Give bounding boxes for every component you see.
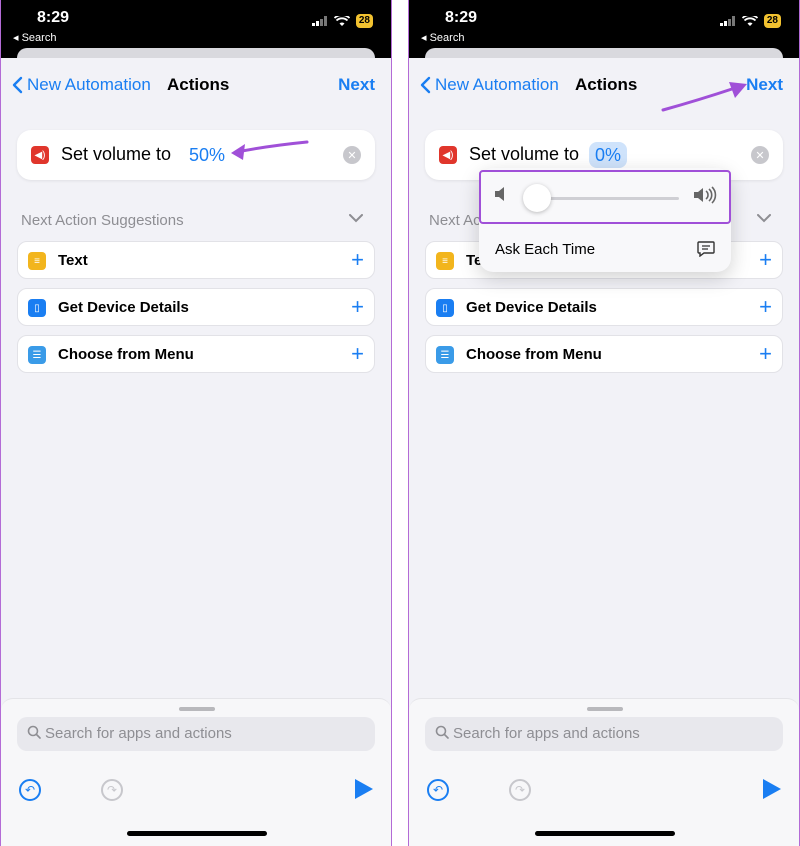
device-icon: ▯ [28,299,46,317]
suggestion-label: Text [58,252,88,269]
search-input[interactable]: Search for apps and actions [425,717,783,751]
redo-icon[interactable]: ↷ [509,779,531,801]
add-icon[interactable]: + [759,341,772,367]
annotation-arrow [661,82,747,112]
play-icon[interactable] [763,779,781,799]
menu-icon: ☰ [436,346,454,364]
status-bar: 8:29 ◂ Search 28 [409,0,799,62]
home-indicator [535,831,675,836]
sheet-grabber[interactable] [179,707,215,711]
status-back-link[interactable]: ◂ Search [13,31,56,44]
play-icon[interactable] [355,779,373,799]
ask-each-time-label: Ask Each Time [495,241,596,258]
battery-indicator: 28 [355,14,373,28]
status-icons: 28 [719,14,781,28]
status-icons: 28 [311,14,373,28]
page-title: Actions [575,75,638,94]
action-text: Set volume to [469,144,580,164]
bottom-panel: Search for apps and actions ↶ ↷ [409,698,799,846]
suggestion-label: Choose from Menu [58,346,194,363]
status-bar: 8:29 ◂ Search 28 [1,0,391,62]
slider-track [539,197,679,200]
add-icon[interactable]: + [351,247,364,273]
add-icon[interactable]: + [351,294,364,320]
volume-slider[interactable] [479,170,731,224]
suggestion-label: Get Device Details [58,299,189,316]
sheet-grabber[interactable] [587,707,623,711]
volume-popover: Ask Each Time [479,168,731,272]
slider-knob[interactable] [523,184,551,212]
chevron-left-icon [420,76,431,94]
suggestion-label: Get Device Details [466,299,597,316]
wifi-icon [333,15,350,26]
back-button[interactable]: New Automation [419,75,559,95]
next-button[interactable]: Next [746,75,783,95]
suggestion-item-device-details[interactable]: ▯ Get Device Details + [17,288,375,326]
back-button-label: New Automation [27,75,151,94]
back-button-label: New Automation [435,75,559,94]
volume-low-icon [495,187,504,201]
page-title: Actions [167,75,230,94]
speaker-icon: ◀) [439,146,457,164]
clear-icon[interactable]: ✕ [343,146,361,164]
redo-icon[interactable]: ↷ [101,779,123,801]
bottom-panel: Search for apps and actions ↶ ↷ [1,698,391,846]
search-input[interactable]: Search for apps and actions [17,717,375,751]
volume-value-token[interactable]: 0% [589,142,628,168]
chevron-down-icon[interactable] [757,210,771,226]
actions-sheet: New Automation Actions Next ◀) Set volum… [409,58,799,846]
text-icon: ≡ [436,252,454,270]
suggestion-item-text[interactable]: ≡ Text + [17,241,375,279]
cellular-icon [719,16,735,26]
search-placeholder: Search for apps and actions [453,725,640,742]
suggestions-header: Next Action Suggestions [21,212,184,229]
annotation-arrow [231,140,309,160]
speech-bubble-icon [697,241,715,257]
actions-sheet: New Automation Actions Next ◀) Set volum… [1,58,391,846]
phone-screen-right: 8:29 ◂ Search 28 New Automation Actions … [408,0,800,846]
chevron-down-icon[interactable] [349,210,363,226]
speaker-icon: ◀) [31,146,49,164]
battery-indicator: 28 [763,14,781,28]
text-icon: ≡ [28,252,46,270]
volume-value-token[interactable]: 50% [183,142,231,168]
nav-bar: New Automation Actions Next [1,58,391,114]
suggestion-item-choose-menu[interactable]: ☰ Choose from Menu + [425,335,783,373]
status-back-link[interactable]: ◂ Search [421,31,464,44]
wifi-icon [741,15,758,26]
volume-high-icon [694,186,717,204]
add-icon[interactable]: + [351,341,364,367]
search-icon [435,725,449,739]
search-placeholder: Search for apps and actions [45,725,232,742]
status-time: 8:29 [445,9,478,26]
next-button[interactable]: Next [338,75,375,95]
search-icon [27,725,41,739]
chevron-left-icon [12,76,23,94]
set-volume-action[interactable]: ◀) Set volume to 50% ✕ [17,130,375,180]
phone-screen-left: 8:29 ◂ Search 28 New Automation Actions … [0,0,392,846]
ask-each-time-option[interactable]: Ask Each Time [479,230,731,270]
cellular-icon [311,16,327,26]
suggestion-label: Choose from Menu [466,346,602,363]
add-icon[interactable]: + [759,294,772,320]
suggestion-item-device-details[interactable]: ▯ Get Device Details + [425,288,783,326]
back-button[interactable]: New Automation [11,75,151,95]
clear-icon[interactable]: ✕ [751,146,769,164]
undo-icon[interactable]: ↶ [19,779,41,801]
suggestion-item-choose-menu[interactable]: ☰ Choose from Menu + [17,335,375,373]
menu-icon: ☰ [28,346,46,364]
suggestions-header: Next Ac [429,212,481,229]
status-time: 8:29 [37,9,70,26]
add-icon[interactable]: + [759,247,772,273]
undo-icon[interactable]: ↶ [427,779,449,801]
device-icon: ▯ [436,299,454,317]
home-indicator [127,831,267,836]
action-text: Set volume to [61,144,172,164]
